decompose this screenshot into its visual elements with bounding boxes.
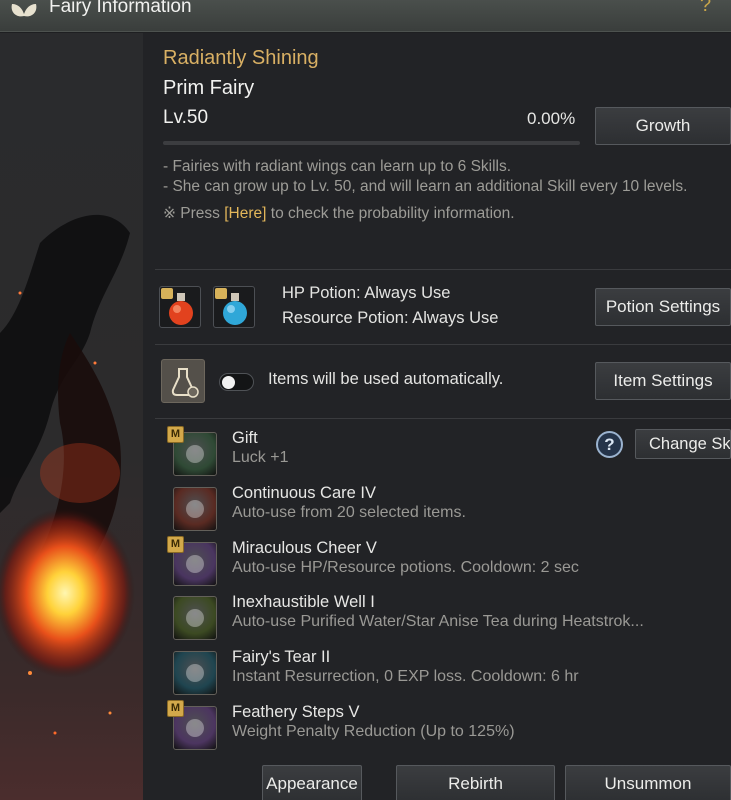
fire-fairy-illustration [0, 214, 135, 735]
probability-note-suffix: to check the probability information. [266, 205, 515, 222]
fairy-art-panel [0, 33, 143, 800]
skill-emblem [186, 554, 204, 573]
window-header: Fairy Information ? [0, 0, 731, 32]
exp-progress-bar [163, 141, 580, 145]
skill-emblem [186, 719, 204, 737]
fairy-wing-icon [11, 4, 37, 17]
skill-description: Luck +1 [232, 449, 289, 466]
growth-button[interactable]: Growth [595, 107, 731, 145]
exp-percent: 0.00% [527, 109, 576, 128]
skill-emblem [186, 499, 204, 518]
skill-description: Auto-use HP/Resource potions. Cooldown: … [232, 558, 579, 576]
window-title: Fairy Information [49, 0, 192, 17]
help-icon[interactable]: ? [700, 0, 711, 17]
winged-vase-icon [173, 651, 217, 696]
mastery-badge: M [167, 426, 184, 443]
divider [155, 269, 731, 270]
probability-note-prefix: ※ Press [163, 205, 225, 222]
fairy-name: Prim Fairy [163, 77, 255, 99]
tea-cup-icon [173, 596, 217, 641]
skill-emblem [186, 609, 204, 628]
mastery-badge: M [167, 535, 184, 553]
skill-description: Auto-use from 20 selected items. [232, 503, 466, 521]
divider [155, 344, 731, 345]
appearance-button[interactable]: Appearance [262, 765, 362, 800]
fairy-icon [173, 486, 217, 531]
auto-use-label: Items will be used automatically. [268, 370, 504, 388]
crown-badge [215, 288, 227, 299]
skill-row[interactable]: Fairy's Tear II Instant Resurrection, 0 E… [170, 648, 730, 702]
toggle-knob [222, 376, 235, 389]
probability-link[interactable]: [Here] [224, 205, 266, 222]
crown-badge [161, 288, 173, 299]
resource-potion-icon[interactable] [213, 286, 255, 328]
rebirth-button[interactable]: Rebirth [396, 765, 555, 800]
potion-settings-button[interactable]: Potion Settings [595, 288, 731, 326]
fairy-level: Lv.50 [163, 107, 209, 128]
resource-potion-setting: Resource Potion: Always Use [282, 309, 499, 327]
skill-description: Auto-use Purified Water/Star Anise Tea d… [232, 613, 644, 631]
hp-potion-setting: HP Potion: Always Use [282, 284, 451, 302]
skill-name: Miraculous Cheer V [232, 538, 377, 557]
skill-row[interactable]: M Feathery Steps V Weight Penalty Reductio… [167, 700, 730, 757]
auto-use-toggle[interactable] [219, 373, 254, 391]
divider [155, 418, 731, 419]
item-settings-button[interactable]: Item Settings [595, 362, 731, 400]
flask-gear-icon [171, 368, 199, 398]
probability-note: ※ Press [Here] to check the probability … [163, 204, 515, 223]
skill-description: Weight Penalty Reduction (Up to 125%) [232, 723, 515, 740]
skill-name: Gift [232, 429, 258, 447]
info-note-growth: - She can grow up to Lv. 50, and will le… [163, 178, 688, 195]
skill-description: Instant Resurrection, 0 EXP loss. Cooldo… [232, 668, 579, 686]
info-note-skills: - Fairies with radiant wings can learn u… [163, 158, 512, 175]
skill-name: Fairy's Tear II [232, 648, 331, 667]
fairy-grade: Radiantly Shining [163, 47, 319, 69]
skill-row[interactable]: M Miraculous Cheer V Auto-use HP/Resource … [167, 535, 730, 593]
skill-emblem [186, 445, 204, 463]
mastery-badge: M [167, 700, 184, 717]
unsummon-button[interactable]: Unsummon [565, 765, 731, 800]
skill-row[interactable]: M Gift Luck +1 [167, 426, 730, 483]
skill-emblem [186, 664, 204, 683]
skill-name: Continuous Care IV [232, 483, 376, 502]
hp-potion-icon[interactable] [159, 286, 201, 328]
skill-row[interactable]: Continuous Care IV Auto-use from 20 selec… [170, 484, 730, 538]
auto-item-settings-icon[interactable] [161, 359, 205, 403]
skill-name: Feathery Steps V [232, 703, 360, 721]
skill-name: Inexhaustible Well I [232, 593, 375, 612]
skill-row[interactable]: Inexhaustible Well I Auto-use Purified Wa… [170, 593, 730, 647]
